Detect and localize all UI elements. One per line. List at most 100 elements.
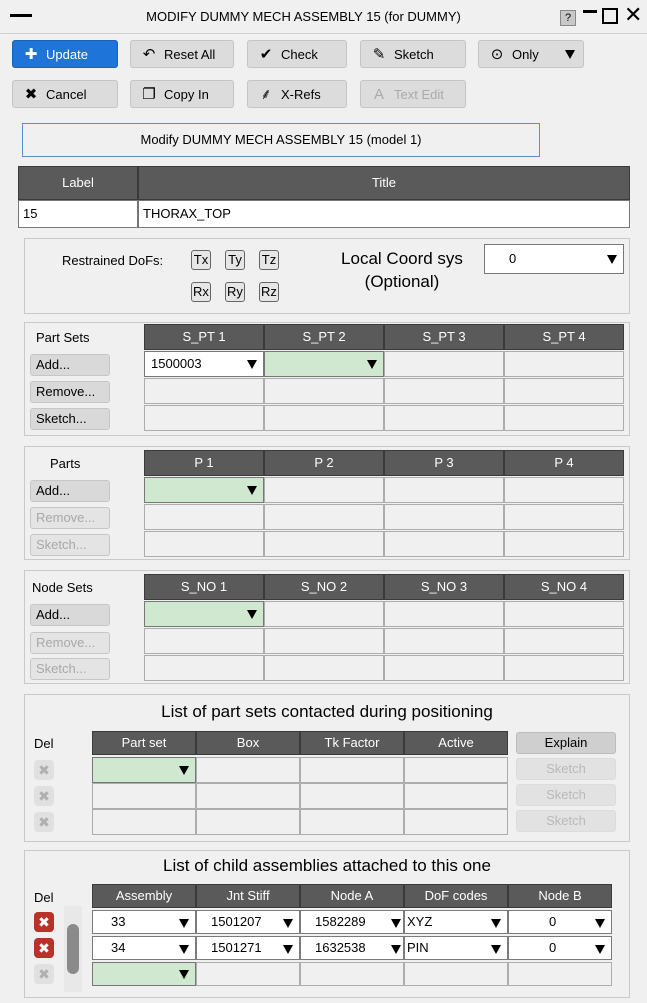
parts-sketch-button[interactable]: Sketch... — [30, 534, 110, 556]
node-sets-sketch-button[interactable]: Sketch... — [30, 658, 110, 680]
help-button[interactable]: ? — [560, 10, 576, 26]
node-sets-remove-button[interactable]: Remove... — [30, 632, 110, 654]
contact-sketch-button[interactable]: Sketch — [516, 810, 616, 832]
part-sets-remove-button[interactable]: Remove... — [30, 381, 110, 403]
dof-codes-select[interactable]: XYZ — [404, 910, 508, 934]
grid-cell[interactable] — [504, 504, 624, 530]
x-refs-button[interactable]: ⸙ X-Refs — [247, 80, 347, 108]
node-b-select[interactable]: 0 — [508, 936, 612, 960]
node-b-select[interactable]: 0 — [508, 910, 612, 934]
grid-cell[interactable] — [504, 405, 624, 431]
minimize-icon[interactable] — [583, 10, 597, 13]
grid-cell[interactable] — [404, 962, 508, 986]
s-pt-2-select[interactable] — [264, 351, 384, 377]
grid-cell[interactable] — [504, 628, 624, 654]
assembly-select[interactable]: 33 — [92, 910, 196, 934]
grid-cell[interactable] — [300, 783, 404, 809]
cancel-button[interactable]: ✖ Cancel — [12, 80, 118, 108]
grid-cell[interactable] — [300, 809, 404, 835]
grid-cell[interactable] — [92, 783, 196, 809]
close-icon[interactable]: ✕ — [624, 4, 642, 26]
reset-all-button[interactable]: ↶ Reset All — [130, 40, 234, 68]
grid-cell[interactable] — [404, 809, 508, 835]
grid-cell[interactable] — [264, 504, 384, 530]
node-sets-add-button[interactable]: Add... — [30, 604, 110, 626]
title-field[interactable]: THORAX_TOP — [138, 200, 630, 228]
label-field[interactable]: 15 — [18, 200, 138, 228]
grid-cell[interactable] — [264, 601, 384, 627]
grid-cell[interactable] — [264, 531, 384, 557]
node-a-select[interactable]: 1582289 — [300, 910, 404, 934]
scrollbar-thumb[interactable] — [67, 924, 79, 974]
grid-cell[interactable] — [384, 628, 504, 654]
grid-cell[interactable] — [264, 628, 384, 654]
grid-cell[interactable] — [264, 378, 384, 404]
check-button[interactable]: ✔ Check — [247, 40, 347, 68]
grid-cell[interactable] — [196, 757, 300, 783]
grid-cell[interactable] — [92, 809, 196, 835]
part-sets-add-button[interactable]: Add... — [30, 354, 110, 376]
grid-cell[interactable] — [384, 655, 504, 681]
dof-rz-button[interactable]: Rz — [259, 282, 279, 302]
grid-cell[interactable] — [144, 655, 264, 681]
part-sets-sketch-button[interactable]: Sketch... — [30, 408, 110, 430]
grid-cell[interactable] — [144, 504, 264, 530]
grid-cell[interactable] — [384, 405, 504, 431]
text-edit-button[interactable]: A Text Edit — [360, 80, 466, 108]
grid-cell[interactable] — [404, 757, 508, 783]
jnt-stiff-select[interactable]: 1501207 — [196, 910, 300, 934]
assembly-select[interactable]: 34 — [92, 936, 196, 960]
grid-cell[interactable] — [300, 962, 404, 986]
delete-row-icon[interactable]: ✖ — [34, 938, 54, 958]
parts-remove-button[interactable]: Remove... — [30, 507, 110, 529]
node-a-select[interactable]: 1632538 — [300, 936, 404, 960]
delete-row-icon[interactable]: ✖ — [34, 964, 54, 984]
s-pt-3-cell[interactable] — [384, 351, 504, 377]
dof-ry-button[interactable]: Ry — [225, 282, 245, 302]
coord-sys-select[interactable]: 0 — [484, 244, 624, 274]
part-set-select[interactable] — [92, 757, 196, 783]
sketch-button[interactable]: ✎ Sketch — [360, 40, 466, 68]
delete-row-icon[interactable]: ✖ — [34, 786, 54, 806]
delete-row-icon[interactable]: ✖ — [34, 812, 54, 832]
grid-cell[interactable] — [508, 962, 612, 986]
grid-cell[interactable] — [144, 531, 264, 557]
contact-sketch-button[interactable]: Sketch — [516, 784, 616, 806]
contact-sketch-button[interactable]: Sketch — [516, 758, 616, 780]
grid-cell[interactable] — [404, 783, 508, 809]
jnt-stiff-select[interactable]: 1501271 — [196, 936, 300, 960]
grid-cell[interactable] — [264, 405, 384, 431]
grid-cell[interactable] — [384, 531, 504, 557]
delete-row-icon[interactable]: ✖ — [34, 912, 54, 932]
update-button[interactable]: ✚ Update — [12, 40, 118, 68]
grid-cell[interactable] — [504, 378, 624, 404]
grid-cell[interactable] — [384, 477, 504, 503]
grid-cell[interactable] — [384, 601, 504, 627]
dof-tx-button[interactable]: Tx — [191, 250, 211, 270]
grid-cell[interactable] — [264, 477, 384, 503]
dof-codes-select[interactable]: PIN — [404, 936, 508, 960]
grid-cell[interactable] — [144, 405, 264, 431]
grid-cell[interactable] — [504, 477, 624, 503]
s-no-1-select[interactable] — [144, 601, 264, 627]
p-1-select[interactable] — [144, 477, 264, 503]
row-scrollbar[interactable] — [64, 906, 82, 992]
grid-cell[interactable] — [196, 962, 300, 986]
grid-cell[interactable] — [504, 601, 624, 627]
dof-tz-button[interactable]: Tz — [259, 250, 279, 270]
grid-cell[interactable] — [196, 783, 300, 809]
delete-row-icon[interactable]: ✖ — [34, 760, 54, 780]
grid-cell[interactable] — [300, 757, 404, 783]
dof-ty-button[interactable]: Ty — [225, 250, 245, 270]
s-pt-4-cell[interactable] — [504, 351, 624, 377]
grid-cell[interactable] — [384, 504, 504, 530]
grid-cell[interactable] — [144, 378, 264, 404]
dof-rx-button[interactable]: Rx — [191, 282, 211, 302]
maximize-icon[interactable] — [602, 8, 618, 24]
copy-in-button[interactable]: ❐ Copy In — [130, 80, 234, 108]
parts-add-button[interactable]: Add... — [30, 480, 110, 502]
grid-cell[interactable] — [196, 809, 300, 835]
grid-cell[interactable] — [384, 378, 504, 404]
assembly-select[interactable] — [92, 962, 196, 986]
grid-cell[interactable] — [504, 531, 624, 557]
